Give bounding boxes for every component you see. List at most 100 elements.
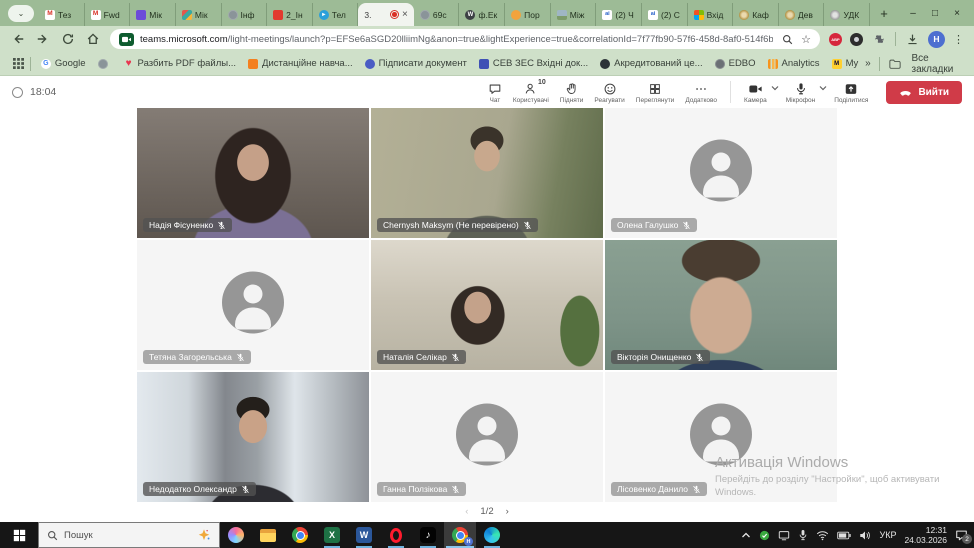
browser-tab[interactable]: 3. × — [358, 3, 413, 26]
divider — [879, 57, 880, 71]
taskbar-app-button[interactable]: H — [444, 522, 476, 548]
participant-tile[interactable]: Вікторія Онищенко — [605, 240, 837, 370]
taskbar-search[interactable]: Пошук — [38, 522, 220, 548]
chevron-down-icon[interactable] — [819, 78, 827, 96]
browser-tab[interactable]: ф.Ек — [459, 3, 505, 26]
tab-close-icon[interactable]: × — [402, 10, 408, 20]
browser-tab[interactable]: Дев — [779, 3, 825, 26]
bookmarks-overflow-icon[interactable]: » — [865, 58, 871, 69]
camera-button[interactable]: Камера — [739, 81, 772, 104]
reload-icon[interactable] — [60, 31, 76, 47]
browser-tab[interactable]: Тел — [313, 3, 359, 26]
wifi-icon[interactable] — [816, 530, 829, 541]
browser-tab[interactable]: Мік — [130, 3, 176, 26]
minimize-button[interactable]: – — [902, 8, 924, 19]
browser-tab[interactable]: Між — [551, 3, 597, 26]
mic-off-icon — [692, 485, 701, 494]
chevron-down-icon[interactable] — [771, 78, 779, 96]
search-highlights-icon[interactable] — [197, 528, 211, 542]
microphone-button[interactable]: Мікрофон — [781, 81, 821, 104]
bookmark-item[interactable]: Разбить PDF файлы... — [118, 58, 242, 69]
bookmark-item[interactable]: СЕВ ЗЕС Вхідні док... — [473, 58, 594, 69]
tray-microphone-icon[interactable] — [798, 529, 808, 541]
taskbar-app-button[interactable] — [316, 522, 348, 548]
browser-tab[interactable]: Пор — [505, 3, 551, 26]
bookmark-item[interactable]: My First Board - Miro — [826, 58, 862, 69]
bookmark-item[interactable]: EDBO — [709, 58, 762, 69]
bookmark-item[interactable]: Analytics — [762, 58, 826, 69]
microphone-icon — [794, 81, 808, 96]
participants-button[interactable]: 10 Користувачі — [508, 81, 554, 104]
taskbar-app-button[interactable] — [348, 522, 380, 548]
browser-tab[interactable]: УДК — [824, 3, 870, 26]
tray-chevron-up-icon[interactable] — [741, 531, 751, 539]
maximize-button[interactable]: □ — [924, 8, 946, 19]
menu-kebab-icon[interactable]: ⋮ — [953, 33, 964, 46]
clock[interactable]: 12:31 24.03.2026 — [904, 525, 947, 545]
chat-button[interactable]: Чат — [483, 81, 507, 104]
battery-icon[interactable] — [837, 531, 851, 540]
new-tab-button[interactable]: + — [874, 3, 894, 23]
taskbar-app-button[interactable] — [252, 522, 284, 548]
view-button[interactable]: Переглянути — [631, 81, 680, 104]
search-icon[interactable] — [779, 31, 795, 47]
participant-tile[interactable]: Недодатко Олександр — [137, 372, 369, 502]
participant-tile[interactable]: Надія Фісуненко — [137, 108, 369, 238]
taskbar-app-button[interactable] — [380, 522, 412, 548]
close-button[interactable]: × — [946, 8, 968, 19]
browser-tab[interactable]: 2_Ін — [267, 3, 313, 26]
taskbar-app-button[interactable] — [220, 522, 252, 548]
gmail-icon — [45, 10, 55, 20]
participant-tile[interactable]: Ганна Ползікова — [371, 372, 603, 502]
taskbar-app-button[interactable] — [476, 522, 508, 548]
adblock-icon[interactable]: ABP — [829, 33, 842, 46]
share-button[interactable]: Поділитися — [829, 81, 873, 104]
all-bookmarks-label[interactable]: Все закладки — [911, 53, 964, 75]
browser-tab[interactable]: 69c — [414, 3, 460, 26]
react-button[interactable]: Реагувати — [589, 81, 629, 104]
bookmark-item[interactable]: Підписати документ — [359, 58, 473, 69]
download-icon[interactable] — [904, 31, 920, 47]
more-button[interactable]: Додатково — [680, 81, 722, 104]
browser-tab[interactable]: Fwd — [85, 3, 131, 26]
raise-hand-button[interactable]: Підняти — [555, 81, 589, 104]
bookmark-item[interactable]: Google — [35, 58, 92, 69]
participant-tile[interactable]: Лісовенко Данило — [605, 372, 837, 502]
tab-search-button[interactable]: ⌄ — [8, 5, 34, 22]
taskbar-app-button[interactable] — [284, 522, 316, 548]
taskbar-app-button[interactable] — [412, 522, 444, 548]
notification-center-button[interactable]: 2 — [955, 529, 968, 541]
page-prev-icon[interactable]: ‹ — [465, 506, 468, 517]
back-icon[interactable] — [10, 31, 26, 47]
puzzle-icon[interactable] — [871, 31, 887, 47]
antivirus-icon[interactable] — [759, 530, 770, 541]
participant-tile[interactable]: Chernysh Maksym (Не перевірено) — [371, 108, 603, 238]
browser-tab[interactable]: Інф — [222, 3, 268, 26]
start-button[interactable] — [0, 522, 38, 548]
speaker-icon[interactable] — [859, 530, 871, 541]
browser-tab[interactable]: Мік — [176, 3, 222, 26]
bookmark-star-icon[interactable]: ☆ — [801, 33, 811, 46]
leave-button[interactable]: Вийти — [886, 81, 962, 104]
browser-tab[interactable]: (2) Ч — [596, 3, 642, 26]
apps-grid-icon[interactable] — [10, 56, 26, 72]
address-bar[interactable]: teams.microsoft.com/light-meetings/launc… — [110, 29, 820, 49]
cast-device-icon[interactable] — [778, 530, 790, 541]
home-icon[interactable] — [85, 31, 101, 47]
participant-tile[interactable]: Наталія Селікар — [371, 240, 603, 370]
page-next-icon[interactable]: › — [506, 506, 509, 517]
bookmark-item[interactable]: Акредитований це... — [594, 58, 709, 69]
participant-tile[interactable]: Тетяна Загорельська — [137, 240, 369, 370]
bookmark-item[interactable] — [92, 58, 118, 69]
browser-tab[interactable]: (2) С — [642, 3, 688, 26]
forward-icon[interactable] — [35, 31, 51, 47]
browser-tab[interactable]: Тез — [39, 3, 85, 26]
language-indicator[interactable]: УКР — [879, 530, 896, 540]
mic-off-icon — [241, 485, 250, 494]
browser-tab[interactable]: Каф — [733, 3, 779, 26]
participant-tile[interactable]: Олена Галушко — [605, 108, 837, 238]
browser-tab[interactable]: Вхід — [688, 3, 734, 26]
bookmark-item[interactable]: Дистанційне навча... — [242, 58, 359, 69]
profile-avatar[interactable]: H — [928, 31, 945, 48]
extension-icon[interactable] — [850, 33, 863, 46]
